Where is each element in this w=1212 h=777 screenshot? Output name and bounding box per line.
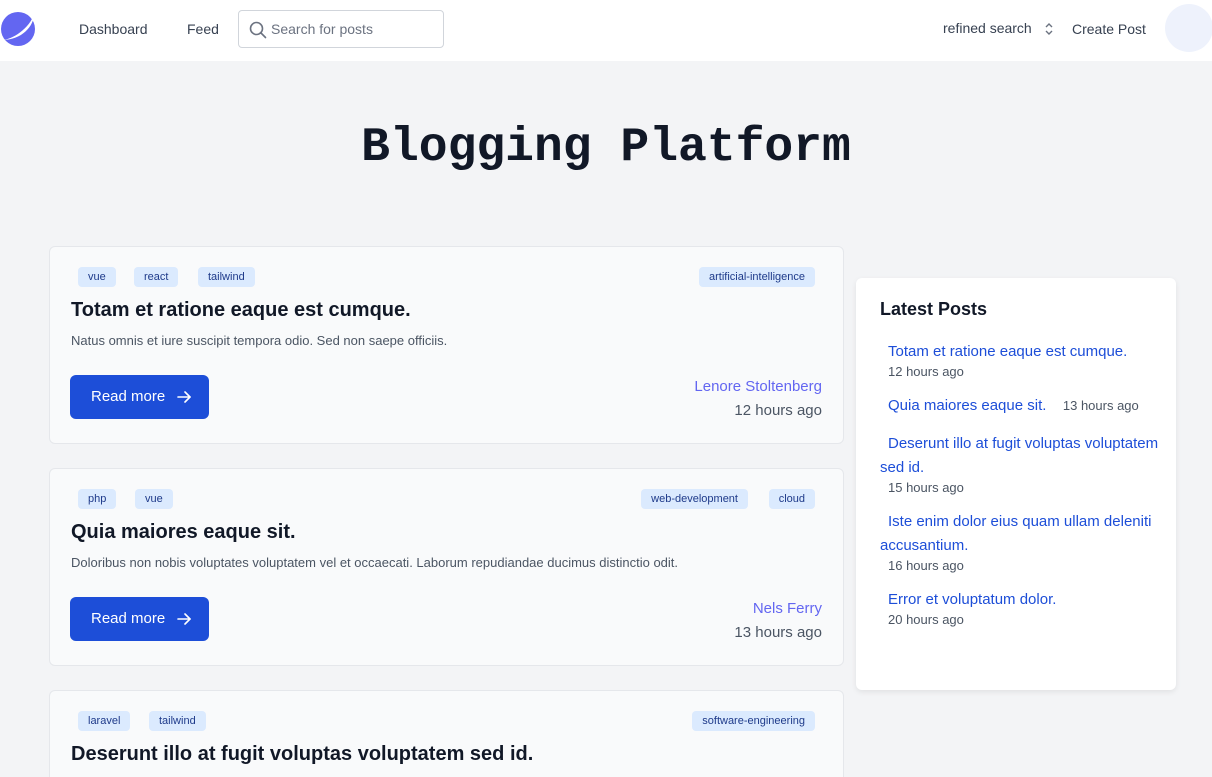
refined-search-select[interactable]: refined search	[943, 20, 1032, 36]
arrow-right-icon	[177, 391, 191, 403]
chevron-up-down-icon[interactable]	[1043, 21, 1055, 37]
search-box[interactable]	[238, 10, 444, 48]
post-title[interactable]: Quia maiores eaque sit.	[71, 520, 296, 544]
create-post-link[interactable]: Create Post	[1072, 21, 1146, 37]
post-card: laravel tailwind software-engineering De…	[49, 690, 844, 777]
post-excerpt: Doloribus non nobis voluptates voluptate…	[71, 555, 679, 570]
latest-posts-sidebar: Latest Posts Totam et ratione eaque est …	[856, 278, 1176, 690]
author-name[interactable]: Nels Ferry	[734, 600, 822, 618]
top-navbar: Dashboard Feed refined search Create Pos…	[0, 0, 1212, 61]
latest-post-link[interactable]: Iste enim dolor eius quam ullam deleniti…	[880, 513, 1151, 554]
search-icon	[249, 21, 267, 39]
post-card: php vue web-development cloud Quia maior…	[49, 468, 844, 666]
tag-badge[interactable]: vue	[78, 267, 116, 287]
tag-badge[interactable]: vue	[135, 489, 173, 509]
list-item: Totam et ratione eaque est cumque. 12 ho…	[880, 340, 1160, 380]
tag-badge[interactable]: tailwind	[198, 267, 255, 287]
logo-icon[interactable]	[0, 10, 36, 48]
post-meta: Nels Ferry 13 hours ago	[734, 600, 822, 642]
list-item: Quia maiores eaque sit. 13 hours ago	[880, 394, 1160, 418]
nav-feed-link[interactable]: Feed	[187, 21, 219, 37]
list-item: Error et voluptatum dolor. 20 hours ago	[880, 588, 1160, 628]
latest-post-link[interactable]: Quia maiores eaque sit.	[880, 397, 1046, 414]
read-more-label: Read more	[91, 610, 166, 627]
latest-post-time: 16 hours ago	[888, 558, 964, 573]
tag-badge[interactable]: laravel	[78, 711, 131, 731]
latest-post-time: 15 hours ago	[888, 480, 964, 495]
nav-dashboard-link[interactable]: Dashboard	[79, 21, 148, 37]
sidebar-title: Latest Posts	[880, 299, 988, 319]
post-card: vue react tailwind artificial-intelligen…	[49, 246, 844, 444]
latest-post-link[interactable]: Deserunt illo at fugit voluptas voluptat…	[880, 435, 1158, 476]
latest-post-link[interactable]: Error et voluptatum dolor.	[880, 591, 1056, 608]
latest-post-link[interactable]: Totam et ratione eaque est cumque.	[880, 343, 1127, 360]
read-more-label: Read more	[91, 388, 166, 405]
category-badge[interactable]: artificial-intelligence	[699, 267, 815, 287]
post-title[interactable]: Deserunt illo at fugit voluptas voluptat…	[71, 742, 533, 766]
list-item: Iste enim dolor eius quam ullam deleniti…	[880, 510, 1160, 574]
list-item: Deserunt illo at fugit voluptas voluptat…	[880, 432, 1160, 496]
latest-post-time: 13 hours ago	[1062, 398, 1139, 413]
latest-post-time: 12 hours ago	[888, 364, 964, 379]
tag-badge[interactable]: react	[134, 267, 179, 287]
read-more-button[interactable]: Read more	[70, 597, 209, 641]
post-title[interactable]: Totam et ratione eaque est cumque.	[71, 298, 411, 322]
post-time: 12 hours ago	[734, 402, 822, 419]
category-badge[interactable]: cloud	[768, 489, 815, 509]
tag-badge[interactable]: php	[78, 489, 117, 509]
search-input[interactable]	[271, 17, 436, 41]
read-more-button[interactable]: Read more	[70, 375, 209, 419]
author-name[interactable]: Lenore Stoltenberg	[694, 378, 822, 396]
post-meta: Lenore Stoltenberg 12 hours ago	[694, 378, 822, 420]
tag-badge[interactable]: tailwind	[149, 711, 206, 731]
category-badge[interactable]: software-engineering	[692, 711, 815, 731]
arrow-right-icon	[177, 613, 191, 625]
category-badge[interactable]: web-development	[641, 489, 748, 509]
post-excerpt: Natus omnis et iure suscipit tempora odi…	[71, 333, 448, 348]
latest-post-time: 20 hours ago	[888, 612, 964, 627]
avatar[interactable]	[1165, 4, 1212, 52]
latest-posts-list: Totam et ratione eaque est cumque. 12 ho…	[880, 340, 1160, 642]
post-time: 13 hours ago	[734, 624, 822, 641]
page-title: Blogging Platform	[361, 121, 851, 175]
